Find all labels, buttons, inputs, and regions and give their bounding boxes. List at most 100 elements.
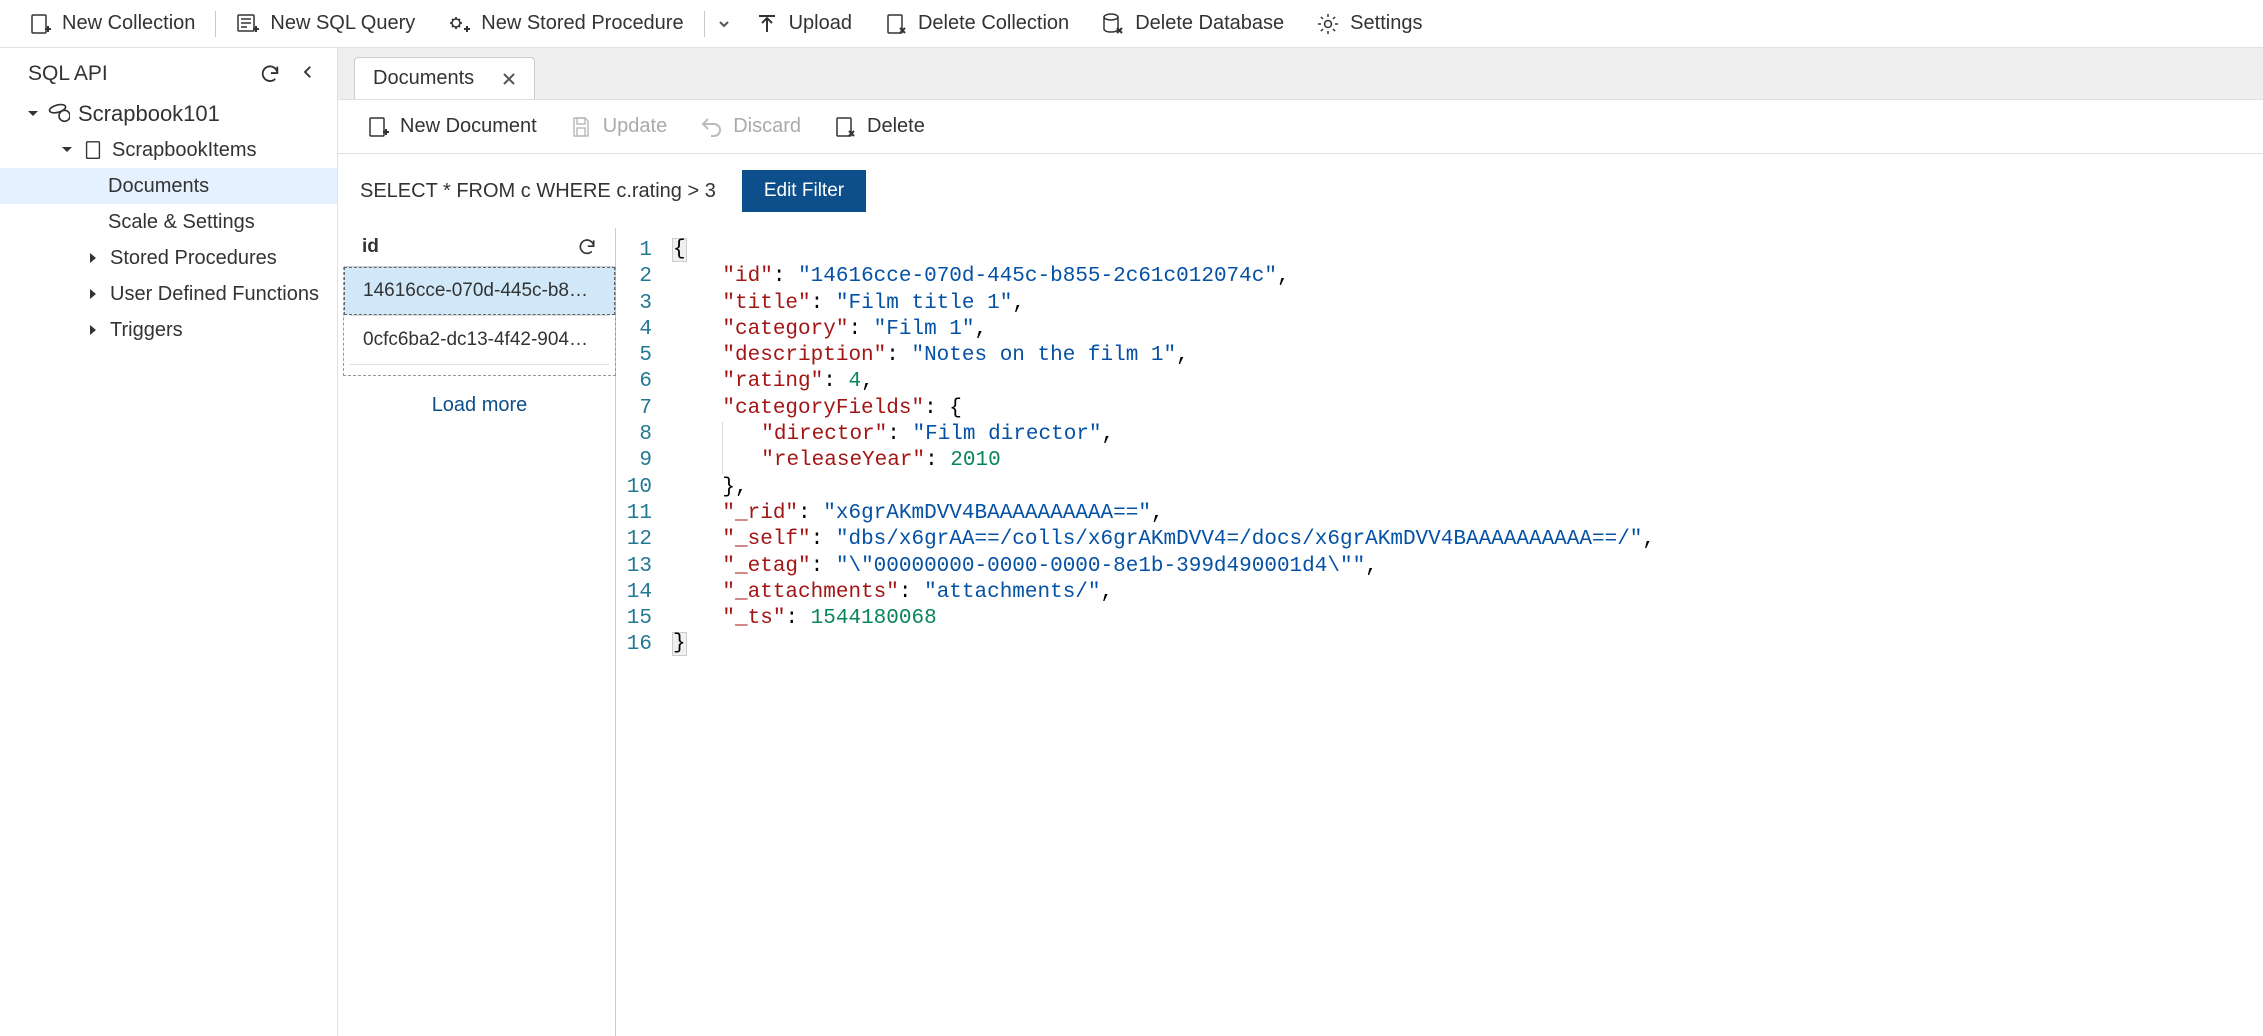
code-line: "_self": "dbs/x6grAA==/colls/x6grAKmDVV4…: [672, 527, 1655, 553]
tree-item-label: Stored Procedures: [110, 247, 277, 270]
new-collection-icon: [28, 12, 52, 36]
tree-item-label: Scale & Settings: [108, 211, 255, 234]
delete-database-label: Delete Database: [1135, 12, 1284, 35]
line-number: 10: [616, 475, 672, 501]
document-list-header: id: [344, 228, 615, 267]
settings-label: Settings: [1350, 12, 1422, 35]
main-toolbar: New Collection New SQL Query New Stored …: [0, 0, 2263, 48]
upload-icon: [755, 12, 779, 36]
code-line: "rating": 4,: [672, 369, 874, 395]
json-editor[interactable]: 1{ 2 "id": "14616cce-070d-445c-b855-2c61…: [616, 228, 2263, 1036]
collapse-sidebar-button[interactable]: [299, 63, 317, 85]
sidebar: SQL API Scrapbook101: [0, 48, 338, 1036]
line-number: 12: [616, 527, 672, 553]
code-line: "category": "Film 1",: [672, 317, 987, 343]
expand-arrow-icon: [26, 108, 40, 120]
update-button: Update: [553, 100, 684, 153]
code-line: "id": "14616cce-070d-445c-b855-2c61c0120…: [672, 264, 1290, 290]
row-separator: [350, 364, 609, 365]
code-line: }: [672, 632, 687, 656]
new-sql-query-button[interactable]: New SQL Query: [220, 0, 431, 47]
edit-filter-button[interactable]: Edit Filter: [742, 170, 866, 212]
undo-icon: [699, 115, 723, 139]
tree-item-user-defined-functions[interactable]: User Defined Functions: [0, 276, 337, 312]
delete-collection-icon: [884, 12, 908, 36]
refresh-tree-button[interactable]: [259, 63, 281, 85]
delete-database-icon: [1101, 12, 1125, 36]
expand-arrow-icon: [86, 324, 100, 336]
tree-item-documents[interactable]: Documents: [0, 168, 337, 204]
new-collection-label: New Collection: [62, 12, 195, 35]
delete-document-label: Delete: [867, 115, 925, 138]
toolbar-dropdown-chevron[interactable]: [709, 17, 739, 31]
new-collection-button[interactable]: New Collection: [12, 0, 211, 47]
tab-documents[interactable]: Documents: [354, 57, 535, 99]
delete-collection-button[interactable]: Delete Collection: [868, 0, 1085, 47]
line-number: 11: [616, 501, 672, 527]
line-number: 14: [616, 580, 672, 606]
tree-collection-node[interactable]: ScrapbookItems: [0, 132, 337, 168]
tree-database-node[interactable]: Scrapbook101: [0, 96, 337, 132]
upload-button[interactable]: Upload: [739, 0, 868, 47]
delete-collection-label: Delete Collection: [918, 12, 1069, 35]
line-number: 1: [616, 238, 672, 264]
code-line: "title": "Film title 1",: [672, 291, 1025, 317]
toolbar-separator: [215, 11, 216, 37]
new-stored-procedure-icon: [447, 12, 471, 36]
load-more-link[interactable]: Load more: [344, 376, 615, 435]
refresh-documents-button[interactable]: [577, 237, 597, 257]
tab-label: Documents: [373, 67, 474, 90]
code-line: "_rid": "x6grAKmDVV4BAAAAAAAAAA==",: [672, 501, 1164, 527]
toolbar-separator: [704, 11, 705, 37]
tree-item-label: User Defined Functions: [110, 283, 319, 306]
settings-gear-icon: [1316, 12, 1340, 36]
tree-item-label: Triggers: [110, 319, 183, 342]
code-line: "_etag": "\"00000000-0000-0000-8e1b-399d…: [672, 554, 1378, 580]
new-stored-procedure-button[interactable]: New Stored Procedure: [431, 0, 699, 47]
delete-document-button[interactable]: Delete: [817, 100, 941, 153]
tab-bar: Documents: [338, 48, 2263, 100]
filter-query-text: SELECT * FROM c WHERE c.rating > 3: [360, 180, 716, 203]
tree-item-triggers[interactable]: Triggers: [0, 312, 337, 348]
expand-arrow-icon: [60, 144, 74, 156]
expand-arrow-icon: [86, 252, 100, 264]
line-number: 4: [616, 317, 672, 343]
line-number: 13: [616, 554, 672, 580]
new-document-button[interactable]: New Document: [350, 100, 553, 153]
content-area: Documents New Document Update: [338, 48, 2263, 1036]
code-line: "director": "Film director",: [672, 422, 1114, 448]
line-number: 8: [616, 422, 672, 448]
discard-label: Discard: [733, 115, 801, 138]
id-column-header: id: [362, 236, 379, 258]
document-row[interactable]: 14616cce-070d-445c-b855-2...: [344, 267, 615, 315]
line-number: 5: [616, 343, 672, 369]
settings-button[interactable]: Settings: [1300, 0, 1438, 47]
filter-row: SELECT * FROM c WHERE c.rating > 3 Edit …: [338, 154, 2263, 228]
delete-database-button[interactable]: Delete Database: [1085, 0, 1300, 47]
code-line: "_ts": 1544180068: [672, 606, 937, 632]
new-document-icon: [366, 115, 390, 139]
line-number: 6: [616, 369, 672, 395]
code-line: },: [672, 475, 748, 501]
collection-icon: [82, 139, 104, 161]
database-name: Scrapbook101: [78, 101, 220, 127]
tree-item-scale-settings[interactable]: Scale & Settings: [0, 204, 337, 240]
code-line: "description": "Notes on the film 1",: [672, 343, 1189, 369]
new-query-label: New SQL Query: [270, 12, 415, 35]
save-icon: [569, 115, 593, 139]
delete-document-icon: [833, 115, 857, 139]
tab-close-button[interactable]: [502, 72, 516, 86]
line-number: 3: [616, 291, 672, 317]
line-number: 2: [616, 264, 672, 290]
database-icon: [48, 103, 70, 125]
document-toolbar: New Document Update Discard Delete: [338, 100, 2263, 154]
document-row[interactable]: 0cfc6ba2-dc13-4f42-9042-06...: [344, 316, 615, 364]
new-query-icon: [236, 12, 260, 36]
code-line: "_attachments": "attachments/",: [672, 580, 1113, 606]
code-line: "categoryFields": {: [672, 396, 962, 422]
sidebar-title: SQL API: [28, 62, 108, 86]
upload-label: Upload: [789, 12, 852, 35]
tree-item-stored-procedures[interactable]: Stored Procedures: [0, 240, 337, 276]
line-number: 9: [616, 448, 672, 474]
code-line: "releaseYear": 2010: [672, 448, 1001, 474]
